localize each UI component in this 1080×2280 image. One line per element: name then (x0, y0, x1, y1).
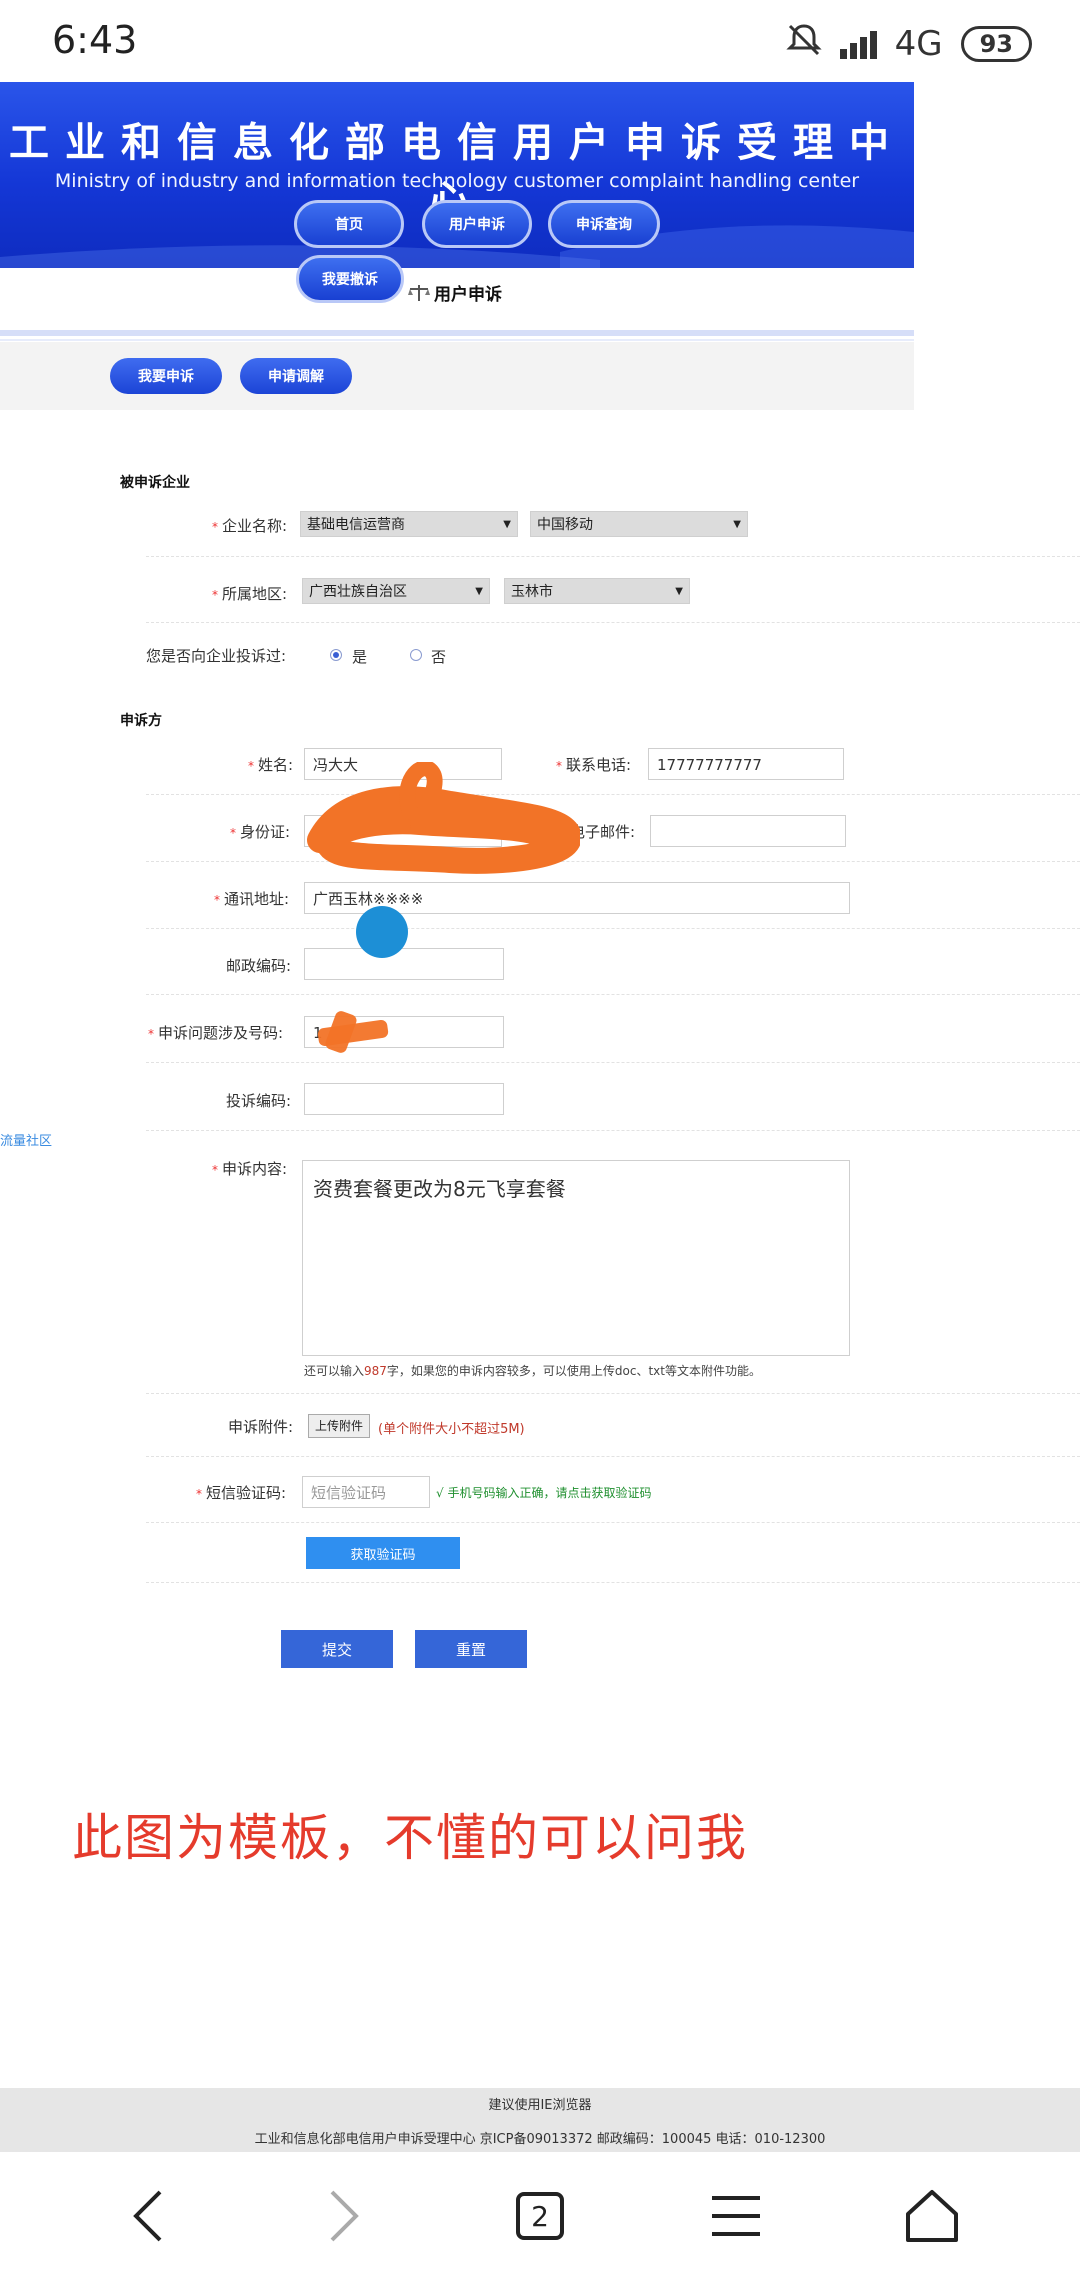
site-subtitle: Ministry of industry and information tec… (54, 170, 860, 192)
city-select[interactable]: 玉林市 ▼ (504, 578, 690, 604)
email-input[interactable] (650, 815, 846, 847)
status-icons: 4G 93 (785, 22, 1032, 65)
dropdown-arrow-icon: ▼ (475, 586, 483, 597)
nav-withdraw-button[interactable]: 我要撤诉 (296, 255, 404, 303)
dropdown-arrow-icon: ▼ (503, 519, 511, 530)
divider (146, 1582, 1080, 1583)
required-mark: * (212, 588, 218, 602)
attachment-size-note: (单个附件大小不超过5M) (378, 1422, 525, 1437)
sms-code-label: * 短信验证码: (196, 1484, 287, 1502)
required-mark: * (230, 826, 236, 840)
redaction-scribble (307, 762, 580, 874)
required-mark: * (148, 1027, 154, 1041)
footer-browser-note: 建议使用IE浏览器 (488, 2098, 592, 2113)
forward-button[interactable] (304, 2180, 384, 2252)
menu-button[interactable] (696, 2180, 776, 2252)
overlay-note: 此图为模板，不懂的可以问我 (72, 1809, 748, 1867)
attachment-label: 申诉附件: (228, 1418, 294, 1436)
clock: 6:43 (52, 18, 138, 62)
sms-code-input[interactable]: 短信验证码 (302, 1476, 430, 1508)
address-label: * 通讯地址: (214, 890, 290, 908)
name-label: * 姓名: (248, 756, 294, 774)
section-title: 被申诉企业 (120, 475, 190, 491)
get-code-button[interactable]: 获取验证码 (306, 1537, 460, 1569)
prior-no-label: 否 (431, 648, 447, 666)
company-label: * 企业名称: (212, 517, 288, 535)
section-title: 申诉方 (120, 713, 162, 729)
divider (146, 794, 1080, 795)
content-label: * 申诉内容: (212, 1160, 288, 1178)
prior-yes-label: 是 (352, 648, 368, 666)
divider (0, 339, 914, 341)
divider (146, 1062, 1080, 1063)
postcode-input[interactable] (304, 948, 504, 980)
network-type: 4G (894, 23, 943, 64)
content-textarea[interactable]: 资费套餐更改为8元飞享套餐 (302, 1160, 850, 1356)
dropdown-arrow-icon: ▼ (733, 519, 741, 530)
divider (146, 622, 1080, 623)
required-mark: * (196, 1487, 202, 1501)
divider (146, 1393, 1080, 1394)
province-select[interactable]: 广西壮族自治区 ▼ (302, 578, 490, 604)
divider (146, 861, 1080, 862)
divider (146, 1130, 1080, 1131)
home-icon (906, 2190, 958, 2242)
status-bar: 6:43 4G 93 (0, 0, 1080, 82)
company-type-select[interactable]: 基础电信运营商 ▼ (300, 511, 518, 537)
breadcrumb-label: 用户申诉 (434, 285, 502, 305)
required-mark: * (212, 520, 218, 534)
tab-complain[interactable]: 我要申诉 (110, 358, 222, 394)
menu-icon (712, 2196, 760, 2236)
mute-icon (785, 22, 822, 65)
prior-no-radio[interactable] (410, 649, 422, 661)
divider (146, 556, 1080, 557)
id-card-label: * 身份证: (230, 823, 291, 841)
chevron-right-icon (330, 2190, 359, 2242)
upload-attachment-button[interactable]: 上传附件 (308, 1414, 371, 1438)
footer-copyright: 工业和信息化部电信用户申诉受理中心 京ICP备09013372 邮政编码：100… (254, 2132, 826, 2147)
complaint-code-label: 投诉编码: (226, 1092, 292, 1110)
tab-count: 2 (516, 2192, 564, 2240)
prior-yes-radio[interactable] (330, 649, 342, 661)
submit-button[interactable]: 提交 (281, 1630, 393, 1668)
tabs-button[interactable]: 2 (500, 2180, 580, 2252)
divider (146, 994, 1080, 995)
reset-button[interactable]: 重置 (415, 1630, 527, 1668)
battery-icon: 93 (960, 25, 1032, 62)
required-mark: * (248, 759, 254, 773)
chevron-left-icon (133, 2190, 162, 2242)
complaint-code-input[interactable] (304, 1083, 504, 1115)
required-mark: * (214, 893, 220, 907)
touch-indicator (356, 906, 408, 958)
nav-user-complaint-button[interactable]: 用户申诉 (422, 200, 532, 248)
content-hint: 还可以输入987字，如果您的申诉内容较多，可以使用上传doc、txt等文本附件功… (304, 1364, 761, 1378)
number-label: * 申诉问题涉及号码: (148, 1024, 284, 1042)
side-link[interactable]: 流量社区 (0, 1130, 52, 1149)
company-name-select[interactable]: 中国移动 ▼ (530, 511, 748, 537)
dropdown-arrow-icon: ▼ (675, 586, 683, 597)
divider (146, 1522, 1080, 1523)
breadcrumb: 用户申诉 (408, 280, 502, 305)
scale-icon (408, 284, 430, 301)
divider (0, 330, 914, 336)
sms-tip: √ 手机号码输入正确，请点击获取验证码 (436, 1486, 652, 1500)
nav-home-button[interactable]: 首页 (294, 200, 404, 248)
prior-complaint-label: 您是否向企业投诉过: (146, 647, 287, 665)
divider (146, 1456, 1080, 1457)
postcode-label: 邮政编码: (226, 957, 292, 975)
nav-complaint-query-button[interactable]: 申诉查询 (548, 200, 660, 248)
required-mark: * (212, 1163, 218, 1177)
signal-icon (839, 29, 877, 59)
back-button[interactable] (108, 2180, 188, 2252)
region-label: * 所属地区: (212, 585, 288, 603)
tab-mediate[interactable]: 申请调解 (240, 358, 352, 394)
phone-input[interactable]: 17777777777 (648, 748, 844, 780)
home-button[interactable] (892, 2180, 972, 2252)
divider (146, 928, 1080, 929)
